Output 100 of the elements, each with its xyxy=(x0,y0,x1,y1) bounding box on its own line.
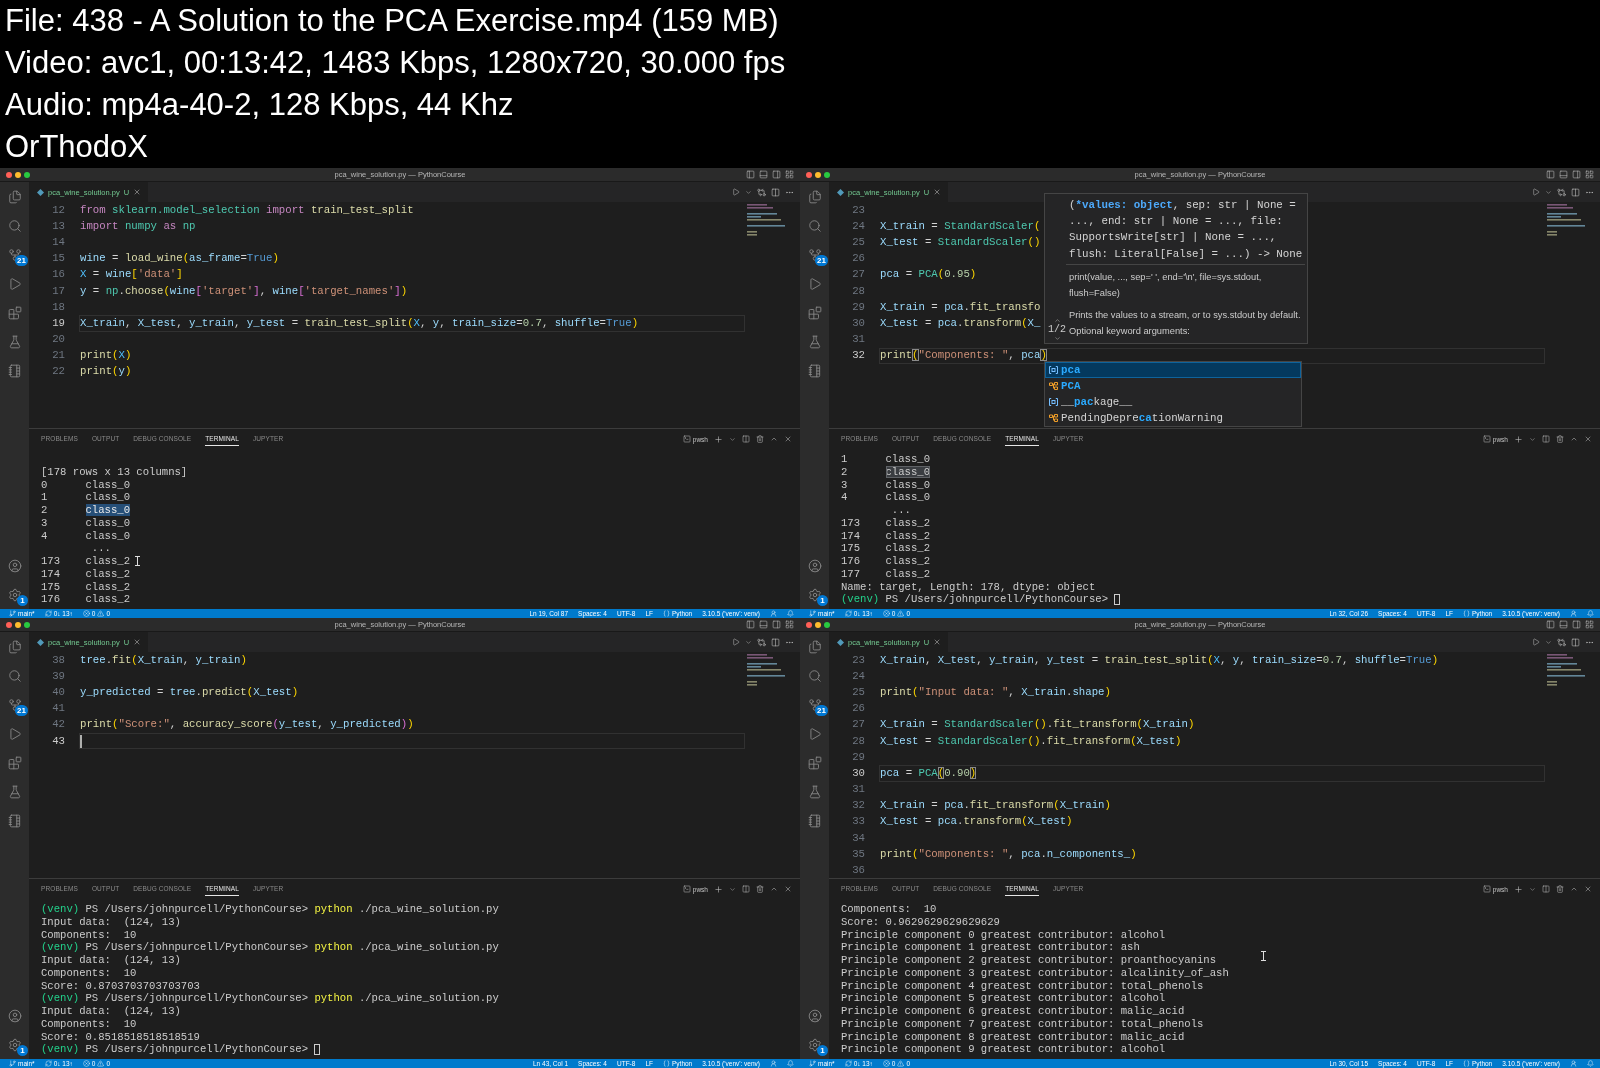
chevron-up-icon[interactable] xyxy=(770,885,778,893)
sidebar-toggle-icon[interactable] xyxy=(746,620,755,629)
chevron-down-icon[interactable] xyxy=(1545,638,1552,646)
zoom-window-icon[interactable] xyxy=(824,621,830,628)
run-icon[interactable] xyxy=(1532,638,1540,646)
chevron-down-icon[interactable] xyxy=(745,638,752,646)
zoom-window-icon[interactable] xyxy=(824,171,830,178)
split-terminal-icon[interactable] xyxy=(742,435,750,443)
split-editor-icon[interactable] xyxy=(771,637,780,647)
chevron-up-icon[interactable] xyxy=(1570,435,1578,443)
chevron-down-icon[interactable] xyxy=(1545,188,1552,196)
account-icon[interactable] xyxy=(807,1008,822,1023)
search-icon[interactable] xyxy=(7,218,22,233)
plus-icon[interactable] xyxy=(714,884,723,894)
minimize-window-icon[interactable] xyxy=(815,171,821,178)
extensions-icon[interactable] xyxy=(807,755,822,770)
person-icon[interactable] xyxy=(1570,610,1577,617)
chevron-down-icon[interactable] xyxy=(1529,435,1536,443)
search-icon[interactable] xyxy=(7,668,22,683)
secondary-sidebar-icon[interactable] xyxy=(1572,620,1581,629)
notebook-icon[interactable] xyxy=(807,813,822,828)
panel-toggle-icon[interactable] xyxy=(759,620,768,629)
panel-toggle-icon[interactable] xyxy=(1559,170,1568,179)
chevron-down-icon[interactable] xyxy=(729,885,736,893)
play-icon[interactable] xyxy=(7,726,22,741)
split-editor-icon[interactable] xyxy=(1571,637,1580,647)
files-icon[interactable] xyxy=(7,189,22,204)
extensions-icon[interactable] xyxy=(807,305,822,320)
zoom-window-icon[interactable] xyxy=(24,171,30,178)
chevron-down-icon[interactable] xyxy=(729,435,736,443)
layout-grid-icon[interactable] xyxy=(785,620,794,629)
account-icon[interactable] xyxy=(7,1008,22,1023)
secondary-sidebar-icon[interactable] xyxy=(772,620,781,629)
trash-icon[interactable] xyxy=(1556,885,1564,893)
close-icon[interactable] xyxy=(133,188,142,196)
close-icon[interactable] xyxy=(784,885,792,893)
close-icon[interactable] xyxy=(784,435,792,443)
split-terminal-icon[interactable] xyxy=(1542,435,1550,443)
files-icon[interactable] xyxy=(807,639,822,654)
close-window-icon[interactable] xyxy=(806,171,812,178)
trash-icon[interactable] xyxy=(756,435,764,443)
notebook-icon[interactable] xyxy=(807,363,822,378)
secondary-sidebar-icon[interactable] xyxy=(772,170,781,179)
settings-icon[interactable] xyxy=(807,587,822,602)
split-editor-icon[interactable] xyxy=(771,187,780,197)
close-window-icon[interactable] xyxy=(6,171,12,178)
extensions-icon[interactable] xyxy=(7,305,22,320)
minimize-window-icon[interactable] xyxy=(815,621,821,628)
plus-icon[interactable] xyxy=(714,434,723,444)
person-icon[interactable] xyxy=(1570,1060,1577,1067)
notebook-icon[interactable] xyxy=(7,813,22,828)
person-icon[interactable] xyxy=(770,1060,777,1067)
close-icon[interactable] xyxy=(1584,435,1592,443)
compare-icon[interactable] xyxy=(757,637,766,647)
settings-icon[interactable] xyxy=(807,1037,822,1052)
close-icon[interactable] xyxy=(133,638,142,646)
suggestion-item[interactable]: PendingDeprecationWarning xyxy=(1045,410,1301,426)
settings-icon[interactable] xyxy=(7,1037,22,1052)
suggestion-item[interactable]: pca xyxy=(1045,362,1301,378)
secondary-sidebar-icon[interactable] xyxy=(1572,170,1581,179)
close-icon[interactable] xyxy=(1584,885,1592,893)
notebook-icon[interactable] xyxy=(7,363,22,378)
flask-icon[interactable] xyxy=(7,334,22,349)
zoom-window-icon[interactable] xyxy=(24,621,30,628)
account-icon[interactable] xyxy=(7,558,22,573)
run-icon[interactable] xyxy=(732,188,740,196)
plus-icon[interactable] xyxy=(1514,884,1523,894)
chevron-down-icon[interactable] xyxy=(1529,885,1536,893)
chevron-up-icon[interactable] xyxy=(1053,317,1061,324)
play-icon[interactable] xyxy=(7,276,22,291)
play-icon[interactable] xyxy=(807,726,822,741)
flask-icon[interactable] xyxy=(807,784,822,799)
layout-grid-icon[interactable] xyxy=(1585,620,1594,629)
play-icon[interactable] xyxy=(807,276,822,291)
sidebar-toggle-icon[interactable] xyxy=(1546,170,1555,179)
minimize-window-icon[interactable] xyxy=(15,621,21,628)
suggestion-item[interactable]: PCA xyxy=(1045,378,1301,394)
search-icon[interactable] xyxy=(807,218,822,233)
panel-toggle-icon[interactable] xyxy=(1559,620,1568,629)
close-window-icon[interactable] xyxy=(6,621,12,628)
settings-icon[interactable] xyxy=(7,587,22,602)
close-icon[interactable] xyxy=(933,638,942,646)
plus-icon[interactable] xyxy=(1514,434,1523,444)
sidebar-toggle-icon[interactable] xyxy=(746,170,755,179)
split-terminal-icon[interactable] xyxy=(1542,885,1550,893)
suggestion-item[interactable]: __package__ xyxy=(1045,394,1301,410)
layout-grid-icon[interactable] xyxy=(785,170,794,179)
chevron-up-icon[interactable] xyxy=(770,435,778,443)
person-icon[interactable] xyxy=(770,610,777,617)
files-icon[interactable] xyxy=(807,189,822,204)
panel-toggle-icon[interactable] xyxy=(759,170,768,179)
compare-icon[interactable] xyxy=(757,187,766,197)
sidebar-toggle-icon[interactable] xyxy=(1546,620,1555,629)
run-icon[interactable] xyxy=(732,638,740,646)
layout-grid-icon[interactable] xyxy=(1585,170,1594,179)
chevron-down-icon[interactable] xyxy=(1053,335,1061,342)
compare-icon[interactable] xyxy=(1557,187,1566,197)
search-icon[interactable] xyxy=(807,668,822,683)
run-icon[interactable] xyxy=(1532,188,1540,196)
split-terminal-icon[interactable] xyxy=(742,885,750,893)
